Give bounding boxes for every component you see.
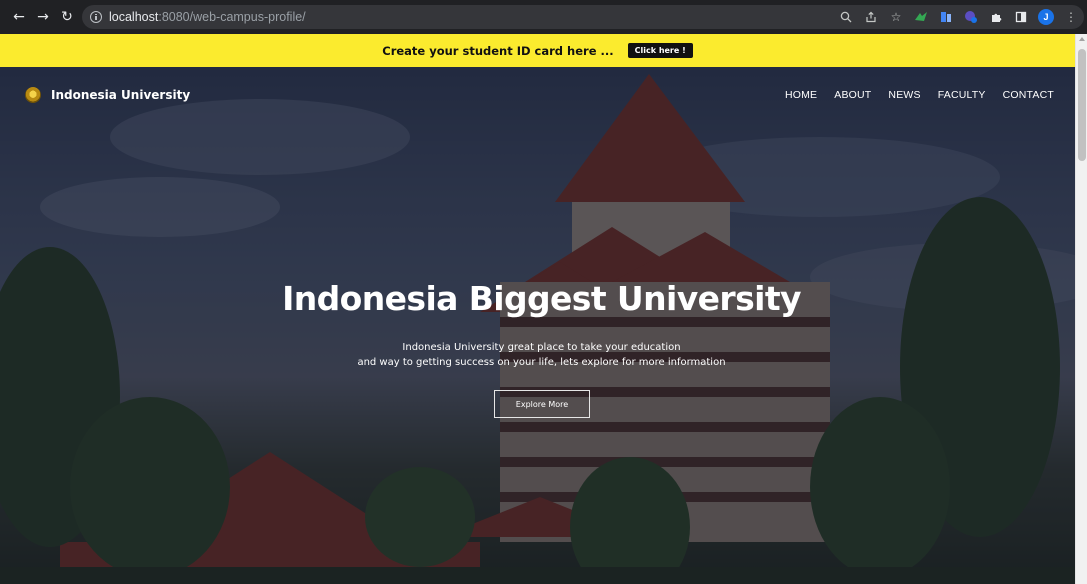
page-scrollbar[interactable]	[1075, 34, 1087, 584]
reload-icon[interactable]: ↻	[56, 6, 78, 28]
side-panel-icon[interactable]	[1011, 7, 1031, 27]
brand-name: Indonesia University	[51, 88, 191, 102]
university-logo	[25, 87, 41, 103]
scrollbar-thumb[interactable]	[1078, 49, 1086, 161]
banner-text: Create your student ID card here ...	[382, 43, 614, 58]
page-viewport: Create your student ID card here ... Cli…	[0, 34, 1087, 584]
scroll-up-arrow-icon[interactable]	[1079, 37, 1085, 41]
browser-toolbar: ← → ↻ localhost:8080/web-campus-profile/…	[0, 0, 1087, 34]
menu-item-contact[interactable]: CONTACT	[1003, 89, 1054, 101]
hero-subtitle-line-1: Indonesia University great place to take…	[402, 342, 681, 353]
menu-item-home[interactable]: HOME	[785, 89, 817, 101]
bookmark-star-icon[interactable]: ☆	[886, 7, 906, 27]
share-icon[interactable]	[861, 7, 881, 27]
menu-item-news[interactable]: NEWS	[888, 89, 920, 101]
profile-avatar[interactable]: J	[1036, 7, 1056, 27]
extension-purple-icon[interactable]	[961, 7, 981, 27]
brand[interactable]: Indonesia University	[25, 87, 190, 103]
extension-blue-icon[interactable]	[936, 7, 956, 27]
zoom-icon[interactable]	[836, 7, 856, 27]
main-menu: HOME ABOUT NEWS FACULTY CONTACT	[785, 89, 1054, 101]
explore-more-button[interactable]: Explore More	[494, 390, 590, 418]
hero-dark-overlay	[0, 67, 1075, 584]
extension-green-icon[interactable]	[911, 7, 931, 27]
url-text[interactable]: localhost:8080/web-campus-profile/	[109, 10, 306, 24]
back-icon[interactable]: ←	[8, 6, 30, 28]
site-info-icon[interactable]	[90, 11, 102, 23]
menu-item-about[interactable]: ABOUT	[834, 89, 871, 101]
menu-item-faculty[interactable]: FACULTY	[938, 89, 986, 101]
announcement-banner: Create your student ID card here ... Cli…	[0, 34, 1075, 67]
hero-section: Indonesia University HOME ABOUT NEWS FAC…	[0, 67, 1075, 584]
hero-subtitle: Indonesia University great place to take…	[0, 340, 1075, 370]
more-menu-icon[interactable]: ⋮	[1061, 7, 1081, 27]
hero-title: Indonesia Biggest University	[282, 279, 801, 318]
toolbar-actions: ☆ J ⋮	[836, 0, 1081, 34]
banner-click-button[interactable]: Click here !	[627, 43, 693, 58]
hero-subtitle-line-2: and way to getting success on your life,…	[357, 357, 726, 368]
extensions-puzzle-icon[interactable]	[986, 7, 1006, 27]
forward-icon[interactable]: →	[32, 6, 54, 28]
